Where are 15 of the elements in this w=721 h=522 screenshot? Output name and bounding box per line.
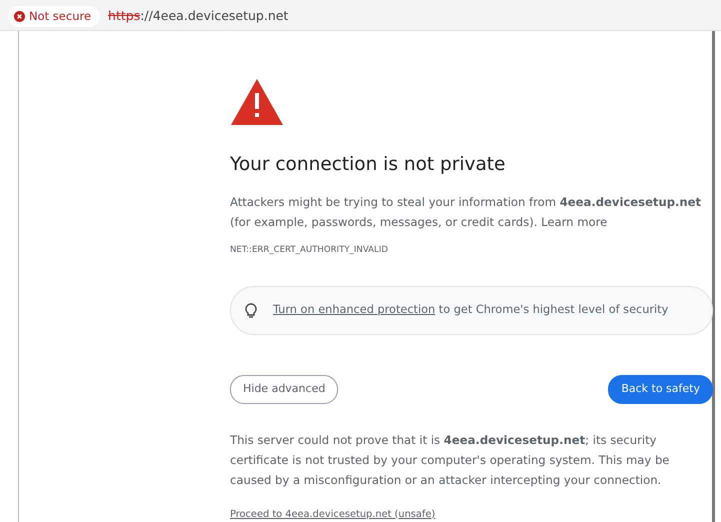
details-paragraph: This server could not prove that it is 4eea.devicesetup.net; its security certificate is not trusted by your computer's operating system. This may be caused by a misconfiguration or an attacker intercepting your connection. — [230, 432, 670, 489]
error-icon — [14, 11, 25, 22]
enhanced-protection-link[interactable]: Turn on enhanced protection — [273, 303, 436, 316]
proceed-link[interactable]: Proceed to 4eea.devicesetup.net (unsafe) — [230, 508, 436, 522]
error-code: NET::ERR_CERT_AUTHORITY_INVALID — [230, 244, 390, 258]
warning-paragraph: Attackers might be trying to steal your information from 4eea.devicesetup.net (for example, passwords, messages, or credit cards). Learn more — [230, 194, 702, 232]
learn-more-link[interactable]: Learn more — [541, 215, 608, 230]
back-to-safety-button[interactable]: Back to safety — [608, 375, 713, 404]
warning-icon — [230, 78, 284, 126]
protection-text: Turn on enhanced protection to get Chrome's highest level of security — [273, 302, 668, 318]
hide-advanced-button[interactable]: Hide advanced — [230, 375, 338, 404]
not-secure-chip[interactable]: Not secure — [8, 6, 100, 28]
lightbulb-icon — [245, 303, 257, 318]
url-text[interactable]: https://4eea.devicesetup.net — [108, 7, 288, 26]
page-heading: Your connection is not private — [230, 154, 506, 176]
